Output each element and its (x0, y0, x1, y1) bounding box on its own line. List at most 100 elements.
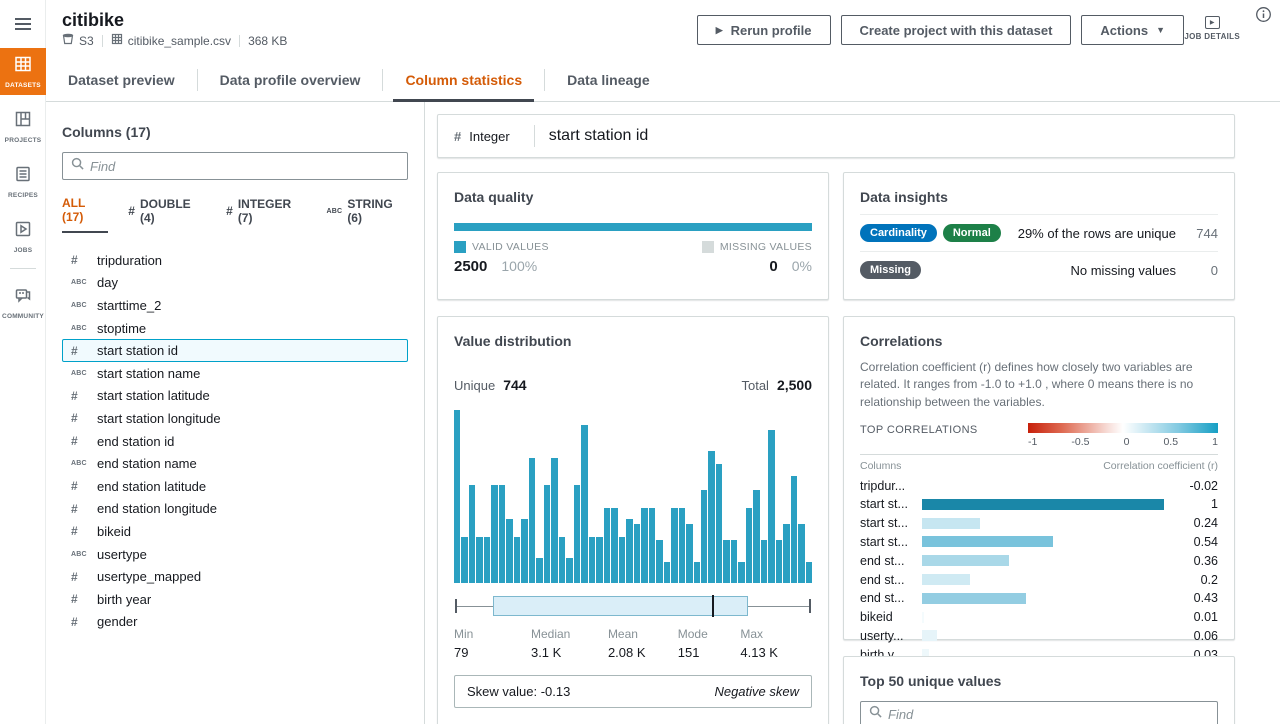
histogram-bar (521, 519, 527, 583)
column-item[interactable]: #birth year (62, 588, 408, 611)
histogram-bar (469, 485, 475, 583)
string-type-icon: ABC (71, 551, 97, 558)
tab-data-lineage[interactable]: Data lineage (545, 58, 671, 101)
histogram-bar (499, 485, 505, 583)
histogram-bar (776, 540, 782, 583)
histogram-bar (783, 524, 789, 583)
string-type-icon: ABC (71, 460, 97, 467)
histogram-bar (484, 537, 490, 583)
job-details-play-icon: ▶ (1205, 16, 1220, 29)
correlation-bar (922, 593, 1026, 604)
column-item[interactable]: ABCday (62, 272, 408, 295)
histogram-bar (641, 508, 647, 583)
histogram-bar (514, 537, 520, 583)
top-values-search-input[interactable] (888, 707, 1209, 722)
column-item[interactable]: ABCstoptime (62, 317, 408, 340)
number-type-icon: # (71, 502, 97, 516)
column-item[interactable]: #usertype_mapped (62, 565, 408, 588)
filter-integer[interactable]: # INTEGER (7) (226, 196, 306, 233)
insight-row-cardinality: Cardinality Normal 29% of the rows are u… (860, 214, 1218, 242)
tab-data-profile-overview[interactable]: Data profile overview (198, 58, 383, 101)
datasets-grid-icon (14, 55, 32, 78)
card-title: Data quality (454, 189, 812, 205)
histogram-bar (671, 508, 677, 583)
correlation-row: start st...0.24 (860, 514, 1218, 533)
column-item[interactable]: #tripduration (62, 249, 408, 272)
sidebar-label: DATASETS (5, 82, 41, 89)
column-item[interactable]: ABCstart station name (62, 362, 408, 385)
type-filters: ALL (17) # DOUBLE (4) # INTEGER (7) ABC … (62, 196, 408, 233)
jobs-play-icon (14, 220, 32, 243)
histogram-bar (529, 458, 535, 583)
job-details-button[interactable]: ▶ JOB DETAILS (1184, 16, 1240, 41)
filter-string[interactable]: ABC STRING (6) (327, 196, 408, 233)
tab-column-statistics[interactable]: Column statistics (383, 58, 544, 101)
insight-text: 29% of the rows are unique (1018, 226, 1176, 241)
column-item[interactable]: #bikeid (62, 520, 408, 543)
histogram-bar (791, 476, 797, 583)
histogram-bar (634, 524, 640, 583)
data-quality-card: Data quality VALID VALUES MISSING VALUES… (437, 172, 829, 300)
correlations-card: Correlations Correlation coefficient (r)… (843, 316, 1235, 640)
histogram-bar (589, 537, 595, 583)
histogram-bar (476, 537, 482, 583)
correlation-bar (922, 499, 1164, 510)
unique-total-row: Unique 744 Total 2,500 (454, 377, 812, 393)
column-item[interactable]: #end station latitude (62, 475, 408, 498)
unique-stat: Unique 744 (454, 377, 527, 393)
column-item[interactable]: ABCstarttime_2 (62, 294, 408, 317)
correlation-row: end st...0.43 (860, 589, 1218, 608)
insight-row-missing: Missing No missing values 0 (860, 251, 1218, 279)
filter-double[interactable]: # DOUBLE (4) (128, 196, 206, 233)
sidebar-item-recipes[interactable]: RECIPES (0, 158, 46, 205)
sidebar-item-jobs[interactable]: JOBS (0, 213, 46, 260)
top-header: citibike S3 citibike_sample.csv 368 KB ▶ (46, 0, 1280, 58)
column-item[interactable]: #start station latitude (62, 385, 408, 408)
total-stat: Total 2,500 (741, 377, 812, 393)
correlation-row: bikeid0.01 (860, 608, 1218, 627)
sidebar-item-projects[interactable]: PROJECTS (0, 103, 46, 150)
column-item-selected[interactable]: #start station id (62, 339, 408, 362)
stat-mean: Mean2.08 K (608, 627, 646, 660)
histogram-bar (551, 458, 557, 583)
top-correlations-label: TOP CORRELATIONS (860, 424, 978, 448)
sidebar-item-community[interactable]: COMMUNITY (0, 279, 46, 326)
tab-dataset-preview[interactable]: Dataset preview (46, 58, 197, 101)
number-type-icon: # (128, 204, 135, 218)
column-item[interactable]: ABCusertype (62, 543, 408, 566)
correlation-row: end st...0.36 (860, 551, 1218, 570)
correlation-gradient-bar (1028, 423, 1218, 433)
column-item[interactable]: #end station id (62, 430, 408, 453)
quality-counts: 2500100% 00% (454, 258, 812, 275)
correlations-scale-row: TOP CORRELATIONS -1 -0.5 0 0.5 1 (860, 423, 1218, 448)
valid-count: 2500 (454, 258, 487, 275)
histogram-bar (536, 558, 542, 583)
selected-column-name: start station id (549, 127, 649, 145)
play-icon: ▶ (716, 25, 723, 36)
correlation-scale: -1 -0.5 0 0.5 1 (1028, 423, 1218, 448)
s3-bucket-icon (62, 33, 74, 48)
skew-note: Negative skew (714, 684, 799, 699)
create-project-button[interactable]: Create project with this dataset (841, 15, 1072, 45)
histogram-bar (806, 562, 812, 583)
skew-value: Skew value: -0.13 (467, 684, 570, 699)
stat-mode: Mode151 (678, 627, 708, 660)
sidebar-item-datasets[interactable]: DATASETS (0, 48, 46, 95)
actions-dropdown-button[interactable]: Actions ▼ (1081, 15, 1184, 45)
column-item[interactable]: #start station longitude (62, 407, 408, 430)
rerun-profile-button[interactable]: ▶ Rerun profile (697, 15, 831, 45)
hamburger-menu-icon[interactable] (0, 0, 46, 48)
column-item[interactable]: #end station longitude (62, 498, 408, 521)
correlation-row: start st...0.54 (860, 533, 1218, 552)
columns-search-input[interactable] (90, 159, 399, 174)
boxplot-box[interactable] (493, 596, 747, 616)
correlation-row: end st...0.2 (860, 570, 1218, 589)
filter-all[interactable]: ALL (17) (62, 196, 108, 233)
histogram-bar (491, 485, 497, 583)
info-icon[interactable] (1255, 6, 1272, 28)
stat-median: Median3.1 K (531, 627, 570, 660)
column-item[interactable]: ABCend station name (62, 452, 408, 475)
search-icon (71, 157, 84, 175)
column-item[interactable]: #gender (62, 611, 408, 634)
number-type-icon: # (71, 479, 97, 493)
